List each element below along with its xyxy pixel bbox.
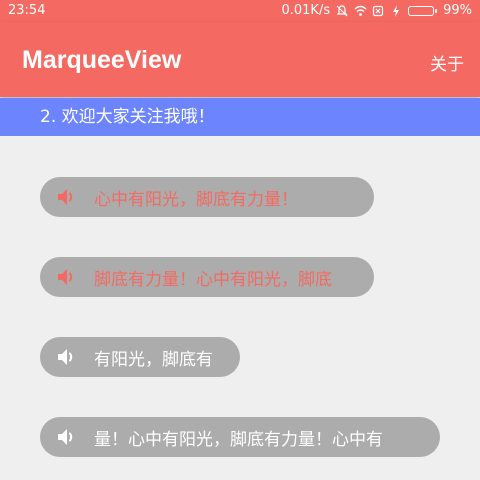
battery-icon <box>408 5 438 16</box>
speaker-icon <box>58 189 73 205</box>
marquee-text: 脚底有力量！心中有阳光，脚底 <box>94 269 332 290</box>
marquee-item[interactable]: 心中有阳光，脚底有力量！ <box>40 177 374 217</box>
app-bar: MarqueeView 关于 <box>0 22 480 97</box>
marquee-text: 有阳光，脚底有 <box>94 349 213 370</box>
mute-bell-icon <box>336 4 348 17</box>
marquee-item[interactable]: 有阳光，脚底有 <box>40 337 240 377</box>
no-sim-icon <box>372 5 384 17</box>
marquee-item[interactable]: 脚底有力量！心中有阳光，脚底 <box>40 257 374 297</box>
marquee-item[interactable]: 量！心中有阳光，脚底有力量！心中有 <box>40 417 440 457</box>
battery-percent: 99% <box>443 3 472 18</box>
speaker-icon <box>58 429 73 445</box>
status-indicators: 0.01K/s 99% <box>281 3 472 18</box>
speaker-icon <box>58 349 73 365</box>
top-marquee-text: 2. 欢迎大家关注我哦！ <box>40 107 215 127</box>
marquee-text: 心中有阳光，脚底有力量！ <box>94 189 298 210</box>
wifi-icon <box>354 5 367 17</box>
about-button[interactable]: 关于 <box>430 50 464 75</box>
status-time: 23:54 <box>8 3 46 18</box>
app-title: MarqueeView <box>22 46 182 74</box>
top-marquee[interactable]: 2. 欢迎大家关注我哦！ <box>0 98 480 136</box>
charging-icon <box>390 4 402 17</box>
speaker-icon <box>58 269 73 285</box>
status-bar: 23:54 0.01K/s 99% <box>0 0 480 22</box>
network-speed: 0.01K/s <box>281 3 331 18</box>
marquee-text: 量！心中有阳光，脚底有力量！心中有 <box>94 429 383 450</box>
